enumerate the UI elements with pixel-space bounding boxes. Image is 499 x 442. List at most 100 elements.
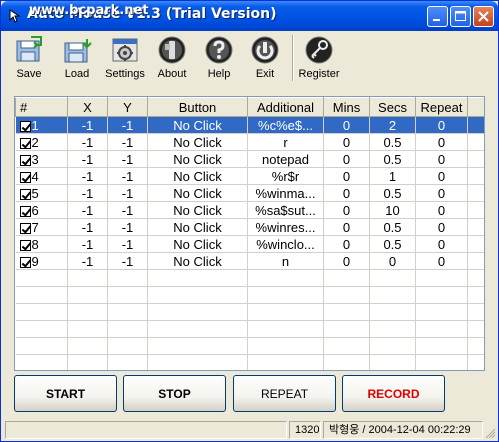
start-button[interactable]: START — [14, 375, 117, 412]
cell-repeat: 0 — [415, 235, 468, 253]
toolbar-about-label: About — [157, 68, 187, 80]
cell-additional: %r$r — [247, 167, 324, 185]
maximize-button[interactable] — [450, 6, 471, 27]
stop-button[interactable]: STOP — [123, 375, 226, 412]
row-enabled-checkbox[interactable] — [19, 137, 31, 149]
table-row[interactable]: 8 -1 -1 No Click %winclo... 0 0.5 0 — [15, 235, 484, 253]
row-enabled-checkbox[interactable] — [19, 222, 31, 234]
column-header-button[interactable]: Button — [147, 97, 248, 117]
table-row[interactable]: 7 -1 -1 No Click %winres... 0 0.5 0 — [15, 218, 484, 236]
cell-y: -1 — [107, 235, 148, 253]
empty-row — [15, 320, 484, 338]
cell-button: No Click — [147, 150, 248, 168]
row-enabled-checkbox[interactable] — [19, 154, 31, 166]
empty-cell — [15, 320, 68, 338]
record-button[interactable]: RECORD — [342, 375, 445, 412]
toolbar-save-button[interactable]: Save — [4, 33, 54, 85]
settings-icon — [112, 38, 138, 62]
column-header-repeat[interactable]: Repeat — [415, 97, 468, 117]
toolbar-exit-label: Exit — [255, 68, 275, 80]
row-enabled-checkbox[interactable] — [19, 171, 31, 183]
cell-secs: 1 — [369, 167, 416, 185]
toolbar-register-button[interactable]: Register — [294, 33, 344, 85]
empty-cell — [467, 337, 484, 355]
table-row[interactable]: 9 -1 -1 No Click n 0 0 0 — [15, 252, 484, 270]
table-row[interactable]: 4 -1 -1 No Click %r$r 0 1 0 — [15, 167, 484, 185]
close-button[interactable] — [473, 6, 494, 27]
column-header-secs[interactable]: Secs — [369, 97, 416, 117]
toolbar-settings-label: Settings — [105, 68, 145, 80]
row-enabled-checkbox[interactable] — [19, 256, 31, 268]
cell-mins: 0 — [323, 116, 370, 134]
cell-secs: 0.5 — [369, 184, 416, 202]
empty-row — [15, 286, 484, 304]
row-number: 9 — [31, 253, 39, 269]
cell-secs: 10 — [369, 201, 416, 219]
action-list-grid[interactable]: # X Y Button Additional Mins Secs Repeat… — [14, 96, 485, 371]
row-enabled-checkbox[interactable] — [19, 205, 31, 217]
title-bar[interactable]: Auto Mouse V1.3 (Trial Version) www.bcpa… — [1, 1, 498, 31]
table-row[interactable]: 1 -1 -1 No Click %c%e$... 0 2 0 — [15, 116, 484, 134]
empty-cell — [147, 269, 248, 287]
row-filler — [467, 150, 484, 168]
row-enabled-checkbox[interactable] — [19, 120, 31, 132]
cell-repeat: 0 — [415, 167, 468, 185]
row-filler — [467, 167, 484, 185]
row-number-cell: 6 — [15, 201, 68, 219]
cell-x: -1 — [67, 116, 108, 134]
cell-repeat: 0 — [415, 201, 468, 219]
about-icon — [158, 36, 186, 64]
empty-cell — [415, 269, 468, 287]
row-filler — [467, 252, 484, 270]
table-row[interactable]: 2 -1 -1 No Click r 0 0.5 0 — [15, 133, 484, 151]
empty-cell — [369, 286, 416, 304]
empty-cell — [369, 354, 416, 370]
table-row[interactable]: 5 -1 -1 No Click %winma... 0 0.5 0 — [15, 184, 484, 202]
empty-cell — [415, 303, 468, 321]
empty-row — [15, 303, 484, 321]
empty-cell — [147, 337, 248, 355]
column-header-mins[interactable]: Mins — [323, 97, 370, 117]
save-icon — [16, 36, 42, 62]
cell-x: -1 — [67, 167, 108, 185]
empty-cell — [67, 303, 108, 321]
cell-repeat: 0 — [415, 252, 468, 270]
column-header-x[interactable]: X — [67, 97, 108, 117]
register-icon — [305, 36, 333, 64]
column-header-additional[interactable]: Additional — [247, 97, 324, 117]
empty-cell — [323, 286, 370, 304]
row-enabled-checkbox[interactable] — [19, 239, 31, 251]
row-enabled-checkbox[interactable] — [19, 188, 31, 200]
column-header-y[interactable]: Y — [107, 97, 148, 117]
empty-cell — [467, 269, 484, 287]
empty-cell — [147, 286, 248, 304]
resize-grip-icon[interactable] — [484, 427, 496, 439]
column-header-number[interactable]: # — [15, 97, 68, 117]
status-coords: 1320 — [289, 421, 321, 439]
cell-mins: 0 — [323, 133, 370, 151]
empty-cell — [147, 303, 248, 321]
cell-secs: 0 — [369, 252, 416, 270]
cell-secs: 2 — [369, 116, 416, 134]
minimize-button[interactable] — [427, 6, 448, 27]
toolbar-about-button[interactable]: About — [147, 33, 197, 85]
repeat-button[interactable]: REPEAT — [233, 375, 336, 412]
toolbar-settings-button[interactable]: Settings — [100, 33, 150, 85]
empty-cell — [247, 337, 324, 355]
close-icon — [478, 11, 489, 22]
empty-cell — [323, 320, 370, 338]
toolbar-register-label: Register — [298, 68, 340, 80]
cell-additional: %winres... — [247, 218, 324, 236]
empty-cell — [415, 320, 468, 338]
table-row[interactable]: 6 -1 -1 No Click %sa$sut... 0 10 0 — [15, 201, 484, 219]
row-number-cell: 1 — [15, 116, 68, 134]
toolbar-load-button[interactable]: Load — [52, 33, 102, 85]
cell-repeat: 0 — [415, 116, 468, 134]
column-header-filler — [467, 97, 484, 117]
toolbar-help-button[interactable]: Help — [194, 33, 244, 85]
empty-row — [15, 269, 484, 287]
table-row[interactable]: 3 -1 -1 No Click notepad 0 0.5 0 — [15, 150, 484, 168]
toolbar-exit-button[interactable]: Exit — [240, 33, 290, 85]
empty-cell — [369, 337, 416, 355]
empty-row — [15, 354, 484, 370]
